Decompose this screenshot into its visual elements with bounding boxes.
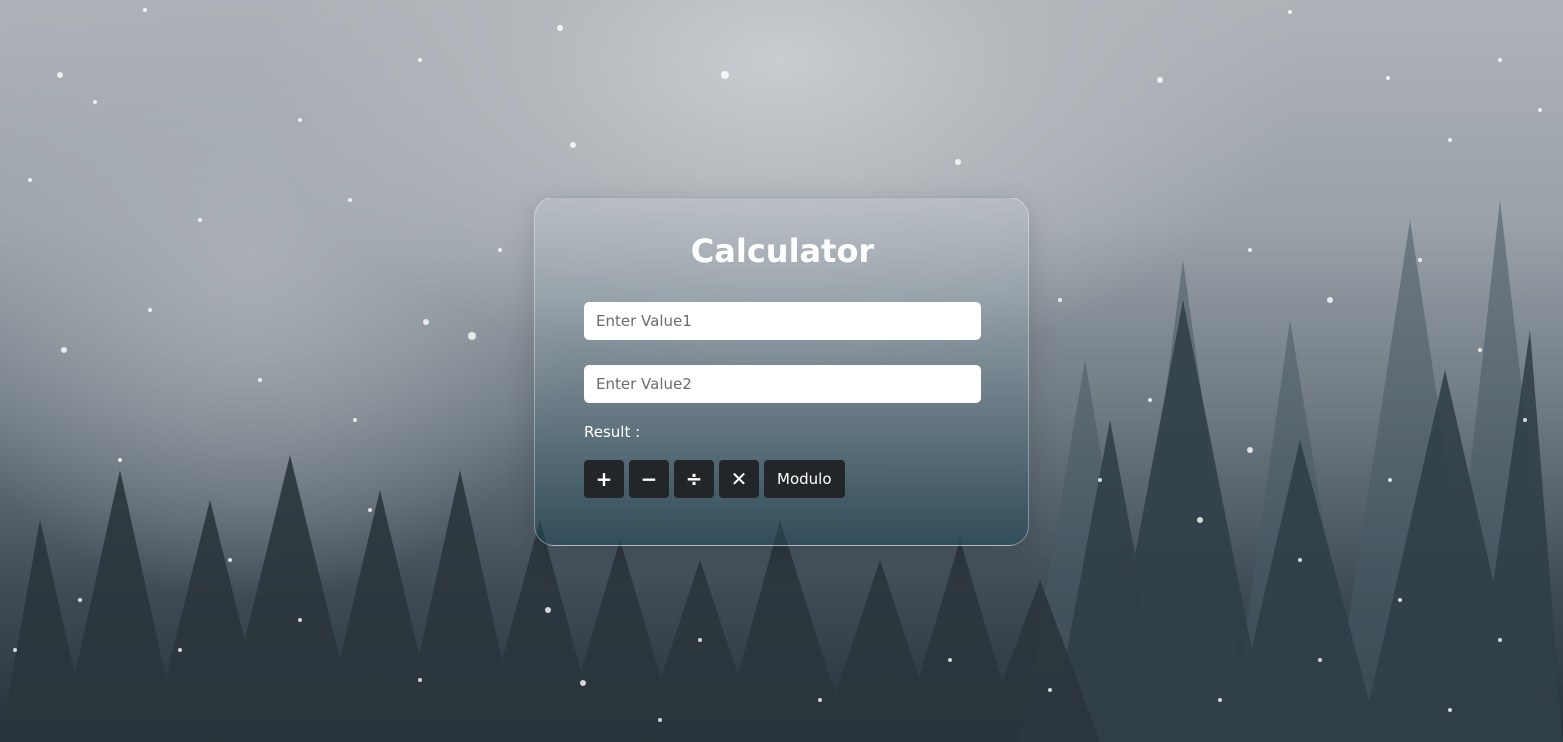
calculator-title: Calculator <box>690 232 875 270</box>
subtract-button[interactable]: − <box>629 460 669 498</box>
multiply-button[interactable]: ✕ <box>719 460 759 498</box>
value2-input[interactable] <box>584 365 981 403</box>
result-row: Result : <box>584 422 640 442</box>
divide-button[interactable]: ÷ <box>674 460 714 498</box>
modulo-button[interactable]: Modulo <box>764 460 845 498</box>
result-label: Result : <box>584 423 641 441</box>
add-button[interactable]: + <box>584 460 624 498</box>
value1-input[interactable] <box>584 302 981 340</box>
operation-buttons: + − ÷ ✕ Modulo <box>584 460 845 498</box>
calculator-card: Calculator Result : + − ÷ ✕ Modulo <box>534 197 1029 546</box>
